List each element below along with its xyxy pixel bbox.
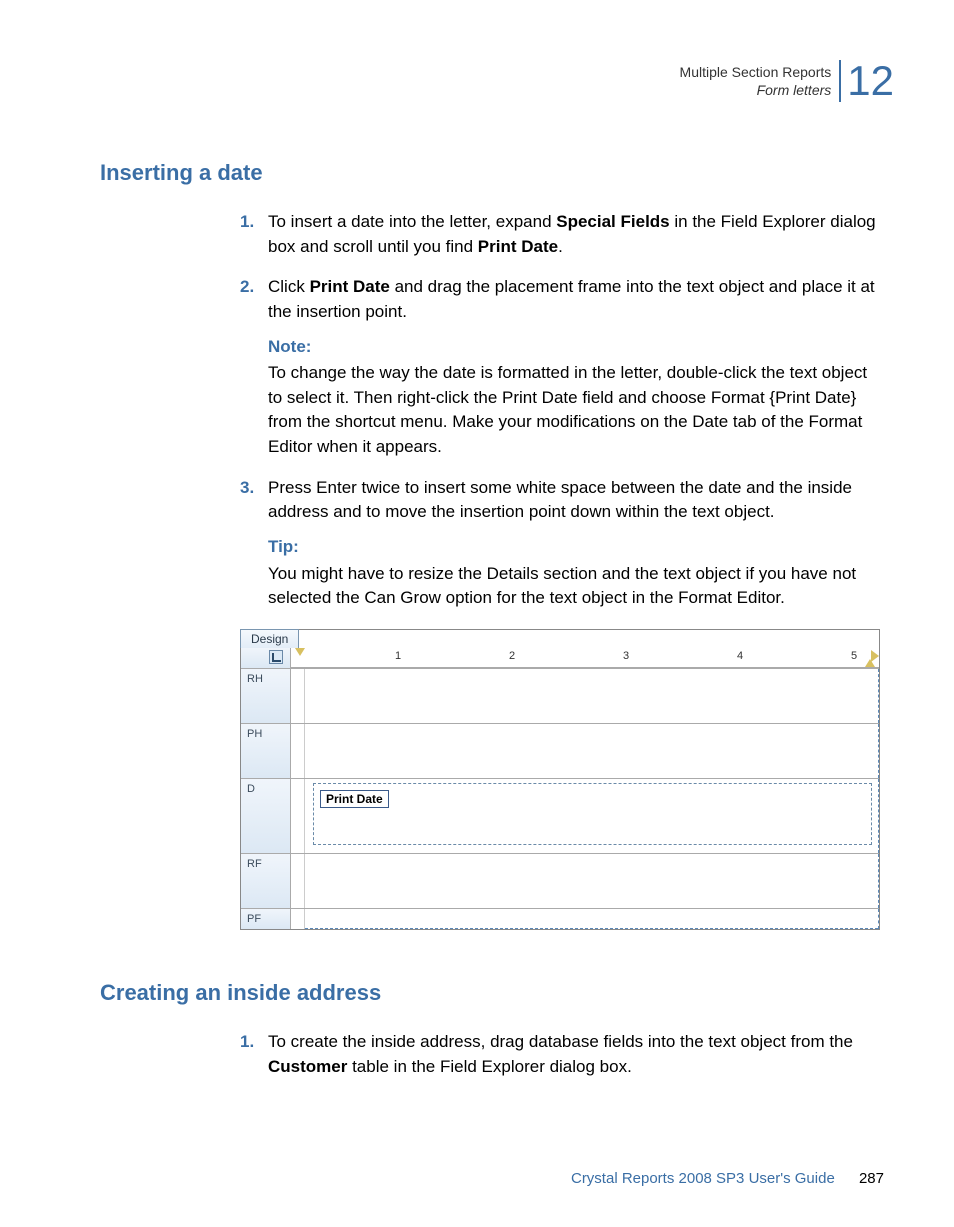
step-number: 1. <box>240 210 254 235</box>
vertical-ruler[interactable] <box>291 909 305 929</box>
tip-body: You might have to resize the Details sec… <box>268 562 884 611</box>
chapter-number: 12 <box>839 60 894 102</box>
step-2: 2. Click Print Date and drag the placeme… <box>240 275 884 459</box>
section-pf: PF <box>241 908 879 929</box>
vertical-ruler[interactable] <box>291 779 305 853</box>
vertical-ruler[interactable] <box>291 724 305 778</box>
bold-print-date: Print Date <box>478 237 558 256</box>
section-label-pf[interactable]: PF <box>241 909 291 929</box>
section-label-ph[interactable]: PH <box>241 724 291 778</box>
page-footer: Crystal Reports 2008 SP3 User's Guide 28… <box>0 1170 954 1187</box>
ruler-tick: 2 <box>509 650 515 662</box>
step-text: To create the inside address, drag datab… <box>268 1032 853 1076</box>
section-ph: PH <box>241 723 879 778</box>
vertical-ruler[interactable] <box>291 669 305 723</box>
section-label-d[interactable]: D <box>241 779 291 853</box>
breadcrumb: Multiple Section Reports <box>680 63 832 81</box>
step-number: 3. <box>240 476 254 501</box>
step-text: To insert a date into the letter, expand… <box>268 212 876 256</box>
tab-stop-icon[interactable] <box>269 650 283 664</box>
section-label-rh[interactable]: RH <box>241 669 291 723</box>
horizontal-ruler[interactable]: 1 2 3 4 5 <box>291 648 879 668</box>
section-body[interactable] <box>291 909 879 929</box>
ruler-tick: 3 <box>623 650 629 662</box>
footer-page-number: 287 <box>859 1170 884 1187</box>
tab-design[interactable]: Design <box>240 629 299 648</box>
step-1-b: 1. To create the inside address, drag da… <box>240 1030 884 1079</box>
section-body[interactable] <box>291 724 879 778</box>
bold-customer: Customer <box>268 1057 347 1076</box>
step-number: 1. <box>240 1030 254 1055</box>
heading-inside-address: Creating an inside address <box>100 980 884 1006</box>
tip-label: Tip: <box>268 535 884 560</box>
section-body[interactable] <box>291 669 879 723</box>
print-date-field[interactable]: Print Date <box>320 790 389 808</box>
text-object[interactable]: Print Date <box>313 783 872 845</box>
footer-guide-name: Crystal Reports 2008 SP3 User's Guide <box>571 1170 835 1187</box>
page-header: Multiple Section Reports Form letters 12 <box>680 60 894 102</box>
section-body[interactable]: Print Date <box>291 779 879 853</box>
section-details: D Print Date <box>241 778 879 853</box>
bold-special-fields: Special Fields <box>556 212 669 231</box>
design-view-figure: Design 1 2 3 4 5 RH PH D Print Date <box>240 629 880 930</box>
step-text: Click Print Date and drag the placement … <box>268 277 875 321</box>
ruler-tick: 1 <box>395 650 401 662</box>
section-body[interactable] <box>291 854 879 908</box>
ruler-row: 1 2 3 4 5 <box>241 648 879 668</box>
ruler-marker-icon <box>295 648 305 656</box>
content-block-2: 1. To create the inside address, drag da… <box>240 1030 884 1079</box>
ruler-tick: 4 <box>737 650 743 662</box>
note-body: To change the way the date is formatted … <box>268 361 884 460</box>
note-label: Note: <box>268 335 884 360</box>
section-label-rf[interactable]: RF <box>241 854 291 908</box>
step-3: 3. Press Enter twice to insert some whit… <box>240 476 884 611</box>
section-rh: RH <box>241 668 879 723</box>
step-text: Press Enter twice to insert some white s… <box>268 478 852 522</box>
content-block: 1. To insert a date into the letter, exp… <box>240 210 884 611</box>
ruler-pointer-icon <box>871 650 879 662</box>
step-1: 1. To insert a date into the letter, exp… <box>240 210 884 259</box>
heading-inserting-date: Inserting a date <box>100 160 884 186</box>
vertical-ruler[interactable] <box>291 854 305 908</box>
section-rf: RF <box>241 853 879 908</box>
bold-print-date-2: Print Date <box>310 277 390 296</box>
ruler-corner <box>241 648 291 668</box>
step-number: 2. <box>240 275 254 300</box>
breadcrumb-sub: Form letters <box>680 81 832 99</box>
ruler-tick: 5 <box>851 650 857 662</box>
